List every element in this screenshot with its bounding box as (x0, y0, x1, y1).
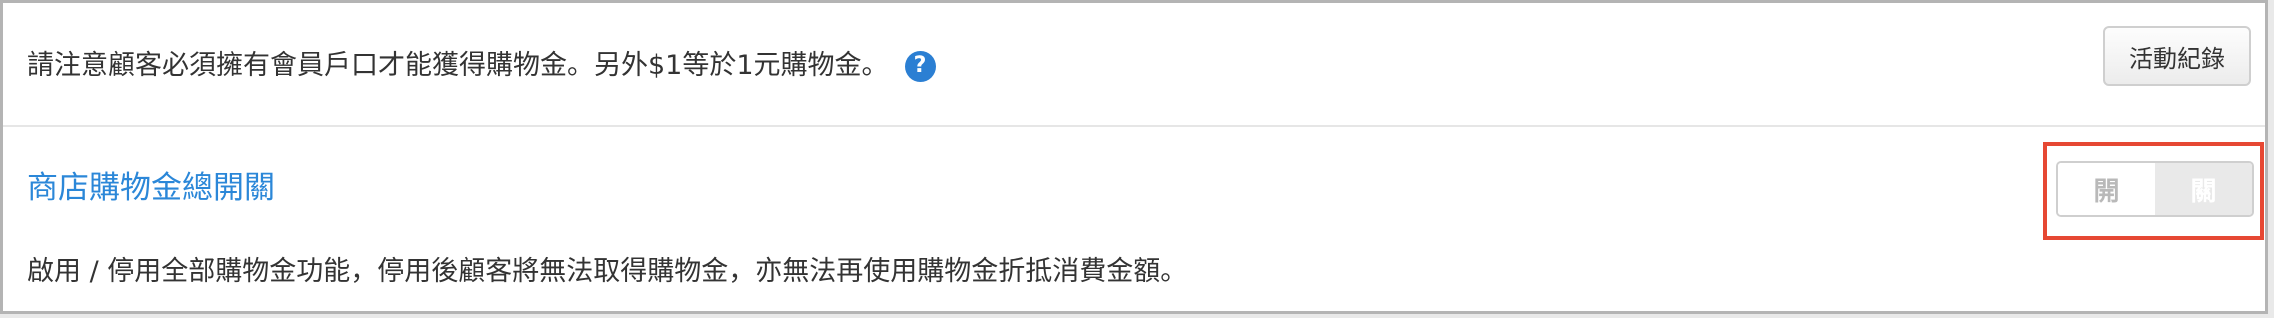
notice: 請注意顧客必須擁有會員戶口才能獲得購物金。另外$1等於1元購物金。 ? (27, 49, 936, 83)
notice-text: 請注意顧客必須擁有會員戶口才能獲得購物金。另外$1等於1元購物金。 (27, 50, 889, 81)
store-credit-toggle[interactable]: 開 關 (2056, 161, 2254, 217)
notice-row: 請注意顧客必須擁有會員戶口才能獲得購物金。另外$1等於1元購物金。 ? 活動紀錄 (3, 3, 2265, 127)
toggle-off-option[interactable]: 關 (2155, 163, 2252, 215)
store-credit-master-switch-description: 啟用 / 停用全部購物金功能，停用後顧客將無法取得購物金，亦無法再使用購物金折抵… (27, 256, 1188, 287)
question-circle-icon[interactable]: ? (904, 50, 936, 82)
activity-log-button[interactable]: 活動紀錄 (2103, 26, 2251, 86)
store-credit-master-switch-title: 商店購物金總開關 (27, 170, 275, 206)
toggle-on-option[interactable]: 開 (2058, 163, 2155, 215)
store-credit-settings-panel: 請注意顧客必須擁有會員戶口才能獲得購物金。另外$1等於1元購物金。 ? 活動紀錄… (0, 0, 2268, 314)
